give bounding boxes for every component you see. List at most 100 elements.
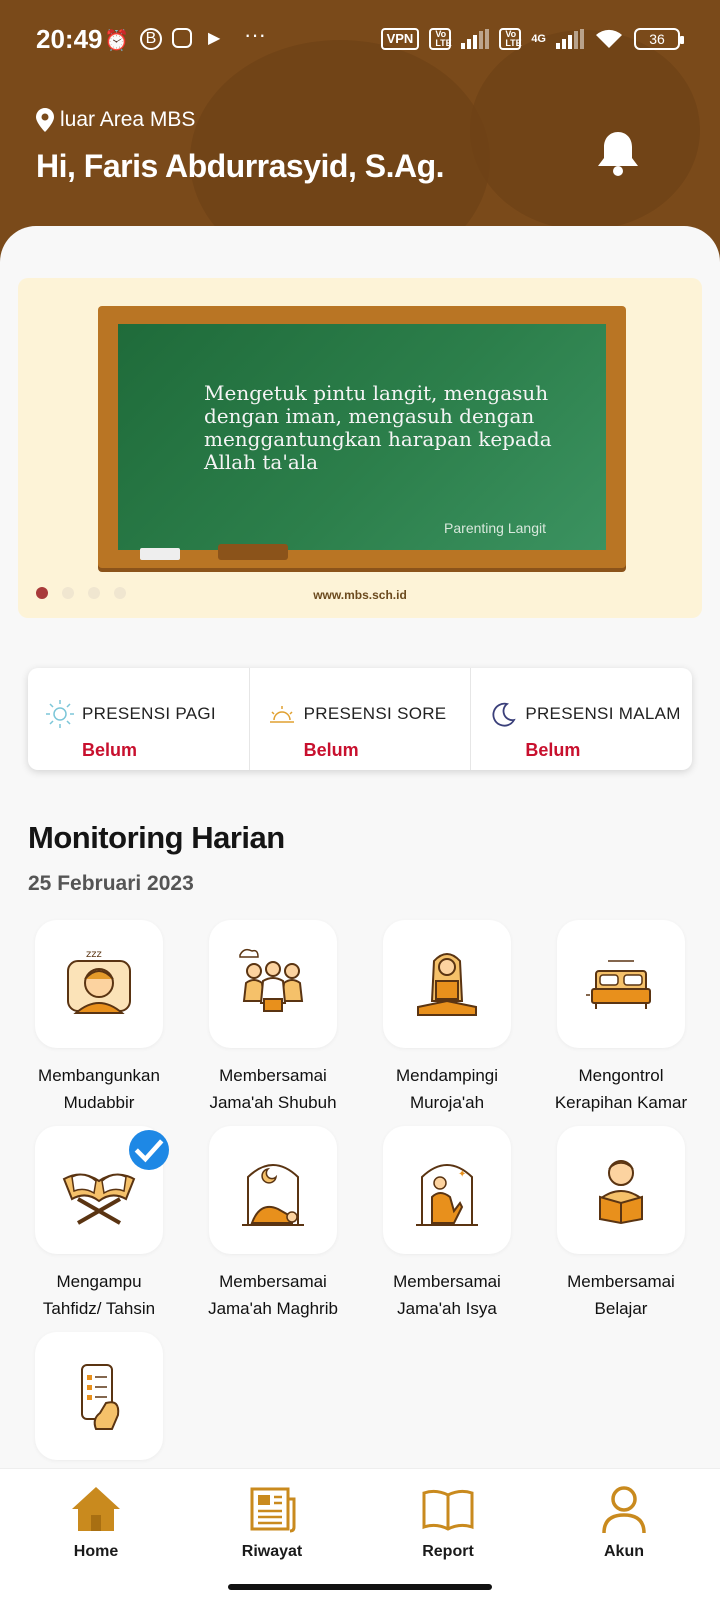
gesture-home-bar[interactable] (228, 1584, 492, 1590)
volte-badge-2: Vo LTE (499, 28, 522, 50)
play-icon: ▶ (208, 30, 221, 47)
menu-label-line1: Membersamai (219, 1272, 327, 1291)
menu-label-line2: Kerapihan Kamar (554, 1093, 688, 1112)
carousel-dots (36, 587, 126, 599)
volte-badge: Vo LTE (429, 28, 452, 50)
presensi-pagi-status: Belum (82, 740, 138, 760)
nav-akun[interactable]: Akun (564, 1481, 684, 1561)
phone-checklist-icon (81, 1364, 120, 1430)
presensi-card: PRESENSI PAGI Belum PRESENSI SORE Belum … (28, 668, 692, 770)
signal-icon (461, 29, 490, 49)
menu-label-line2: Muroja'ah (409, 1093, 485, 1112)
menu-tile: zzz (35, 920, 163, 1048)
praying-person-icon: ✦ (416, 1164, 478, 1226)
sunset-icon (269, 706, 294, 723)
banner-carousel[interactable]: Mengetuk pintu langit, mengasuh dengan i… (18, 278, 702, 618)
carousel-dot[interactable] (62, 587, 74, 599)
location-text: luar Area MBS (60, 108, 196, 131)
network-type: 4G (531, 33, 546, 45)
menu-mengontrol-kerapihan-kamar[interactable]: Mengontrol Kerapihan Kamar (534, 920, 708, 1116)
nav-riwayat-label: Riwayat (241, 1543, 303, 1560)
banner-author: Parenting Langit (444, 520, 546, 536)
presensi-sore-status: Belum (303, 740, 359, 760)
studying-person-icon (599, 1160, 643, 1225)
menu-label-line2: Tahfidz/ Tahsin (42, 1299, 156, 1318)
nav-akun-label: Akun (604, 1543, 644, 1560)
nav-home-label: Home (73, 1543, 119, 1560)
menu-tile (35, 1332, 163, 1460)
greeting-title: Hi, Faris Abdurrasyid, S.Ag. (36, 148, 445, 184)
menu-tile (209, 920, 337, 1048)
notification-bell-icon[interactable] (592, 130, 644, 178)
menu-tile: ✦ (383, 1126, 511, 1254)
presensi-pagi-title: PRESENSI PAGI (82, 704, 216, 723)
menu-membangunkan-mudabbir[interactable]: zzz Membangunkan Mudabbir (12, 920, 186, 1116)
location-indicator[interactable]: luar Area MBS (36, 108, 195, 132)
status-time: 20:49 (36, 24, 103, 54)
quran-reading-icon (417, 953, 477, 1016)
presensi-malam[interactable]: PRESENSI MALAM Belum (470, 668, 692, 770)
sun-icon (46, 700, 74, 728)
home-icon (72, 1487, 120, 1531)
signal-icon-2 (556, 29, 584, 49)
newspaper-icon (250, 1487, 296, 1533)
menu-label-line1: Membersamai (219, 1066, 327, 1085)
menu-mengampu-tahfidz-tahsin[interactable]: Mengampu Tahfidz/ Tahsin (12, 1126, 186, 1322)
carousel-dot[interactable] (36, 587, 48, 599)
menu-tile (557, 920, 685, 1048)
more-dots-icon: ··· (244, 22, 266, 47)
presensi-sore-title: PRESENSI SORE (303, 704, 447, 723)
presensi-pagi[interactable]: PRESENSI PAGI Belum (28, 668, 249, 770)
carousel-dot[interactable] (88, 587, 100, 599)
menu-label-line1: Membersamai (393, 1272, 501, 1291)
menu-mendampingi-murojaah[interactable]: Mendampingi Muroja'ah (360, 920, 534, 1116)
nav-home[interactable]: Home (36, 1481, 156, 1561)
chalkboard-frame: Mengetuk pintu langit, mengasuh dengan i… (98, 306, 626, 568)
menu-label-line1: Mendampingi (395, 1066, 499, 1085)
b-app-icon: B (140, 28, 162, 50)
presensi-malam-status: Belum (525, 740, 581, 760)
check-icon (134, 1139, 164, 1163)
menu-membersamai-jamaah-shubuh[interactable]: Membersamai Jama'ah Shubuh (186, 920, 360, 1116)
nav-report-label: Report (422, 1543, 474, 1560)
presensi-sore[interactable]: PRESENSI SORE Belum (248, 668, 471, 770)
group-prayer-icon (239, 948, 304, 1012)
battery-icon: 36 (634, 28, 684, 50)
bottom-navigation: Home Riwayat Report Akun (0, 1468, 720, 1600)
menu-label-line2: Belajar (594, 1299, 648, 1318)
menu-tile (35, 1126, 169, 1254)
open-book-icon (422, 1489, 474, 1531)
menu-label-line1: Membersamai (567, 1272, 675, 1291)
instagram-icon (172, 28, 192, 48)
svg-text:✦: ✦ (458, 1169, 466, 1180)
location-pin-icon (36, 108, 54, 132)
nav-riwayat[interactable]: Riwayat (212, 1481, 332, 1561)
menu-label-line1: Mengontrol (578, 1066, 664, 1085)
menu-tile (383, 920, 511, 1048)
sleeping-person-icon: zzz (67, 949, 131, 1014)
user-icon (602, 1486, 646, 1534)
presensi-malam-title: PRESENSI MALAM (525, 704, 681, 723)
status-bar: 20:49 ⏰ B ▶ ··· VPN Vo LTE Vo LTE 4G 36 (0, 0, 720, 80)
monitoring-date: 25 Februari 2023 (28, 872, 194, 895)
status-right: VPN Vo LTE Vo LTE 4G 36 (380, 28, 684, 50)
chalkboard: Mengetuk pintu langit, mengasuh dengan i… (118, 324, 606, 550)
menu-tile (209, 1126, 337, 1254)
completed-check-badge (129, 1130, 169, 1170)
svg-text:zzz: zzz (86, 949, 102, 960)
menu-checklist-phone[interactable] (12, 1332, 186, 1460)
menu-tile (557, 1126, 685, 1254)
menu-label-line2: Jama'ah Isya (397, 1299, 497, 1318)
menu-label-line1: Mengampu (56, 1272, 142, 1291)
nav-report[interactable]: Report (388, 1481, 508, 1561)
moon-icon (492, 702, 517, 727)
menu-membersamai-belajar[interactable]: Membersamai Belajar (534, 1126, 708, 1322)
menu-membersamai-jamaah-isya[interactable]: ✦ Membersamai Jama'ah Isya (360, 1126, 534, 1322)
wifi-icon (596, 29, 622, 48)
bed-icon (586, 960, 651, 1009)
carousel-dot[interactable] (114, 587, 126, 599)
menu-membersamai-jamaah-maghrib[interactable]: Membersamai Jama'ah Maghrib (186, 1126, 360, 1322)
banner-quote: Mengetuk pintu langit, mengasuh dengan i… (204, 381, 552, 474)
menu-label-line2: Jama'ah Maghrib (208, 1299, 338, 1318)
prostration-icon (242, 1164, 304, 1226)
